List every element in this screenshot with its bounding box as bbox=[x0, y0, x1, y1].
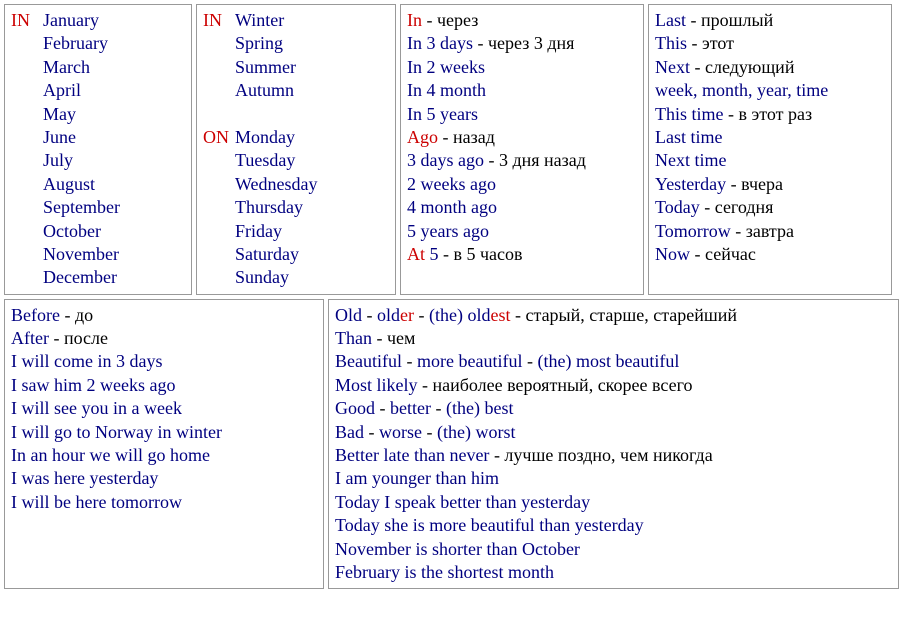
before-after-line: Before - до bbox=[11, 304, 317, 327]
time-words-box: Last - прошлыйThis - этотNext - следующи… bbox=[648, 4, 892, 295]
time-word-line: Yesterday - вчера bbox=[655, 173, 885, 196]
comparative-line: Better late than never - лучше поздно, ч… bbox=[335, 444, 892, 467]
prep-label bbox=[203, 220, 235, 243]
comparative-line: I am younger than him bbox=[335, 467, 892, 490]
in-ago-line: In - через bbox=[407, 9, 637, 32]
comparative-line: Today she is more beautiful than yesterd… bbox=[335, 514, 892, 537]
list-item: Monday bbox=[235, 126, 389, 149]
months-list: JanuaryFebruaryMarchAprilMayJuneJulyAugu… bbox=[43, 9, 185, 290]
in-ago-line: In 2 weeks bbox=[407, 56, 637, 79]
month-item: March bbox=[43, 56, 185, 79]
in-ago-line: 2 weeks ago bbox=[407, 173, 637, 196]
in-ago-line: 5 years ago bbox=[407, 220, 637, 243]
comparative-line: Most likely - наиболее вероятный, скорее… bbox=[335, 374, 892, 397]
seasons-days-list: WinterSpringSummerAutumn MondayTuesdayWed… bbox=[235, 9, 389, 290]
in-ago-box: In - черезIn 3 days - через 3 дняIn 2 we… bbox=[400, 4, 644, 295]
list-item: Winter bbox=[235, 9, 389, 32]
month-item: April bbox=[43, 79, 185, 102]
prep-label bbox=[203, 79, 235, 102]
before-after-line: I will come in 3 days bbox=[11, 350, 317, 373]
time-word-line: Next - следующий bbox=[655, 56, 885, 79]
time-word-line: This - этот bbox=[655, 32, 885, 55]
in-ago-line: In 5 years bbox=[407, 103, 637, 126]
top-row: IN JanuaryFebruaryMarchAprilMayJuneJulyA… bbox=[4, 4, 899, 295]
comparative-line: February is the shortest month bbox=[335, 561, 892, 584]
month-item: August bbox=[43, 173, 185, 196]
before-after-line: I will see you in a week bbox=[11, 397, 317, 420]
month-item: June bbox=[43, 126, 185, 149]
before-after-line: I saw him 2 weeks ago bbox=[11, 374, 317, 397]
list-item: Tuesday bbox=[235, 149, 389, 172]
list-item: Summer bbox=[235, 56, 389, 79]
seasons-days-box: IN ON WinterSpringSummerAutumn MondayTues… bbox=[196, 4, 396, 295]
prep-label bbox=[203, 56, 235, 79]
comparative-line: Good - better - (the) best bbox=[335, 397, 892, 420]
list-item: Spring bbox=[235, 32, 389, 55]
prep-label bbox=[203, 266, 235, 289]
list-item: Autumn bbox=[235, 79, 389, 102]
comparative-line: November is shorter than October bbox=[335, 538, 892, 561]
in-ago-line: In 4 month bbox=[407, 79, 637, 102]
month-item: October bbox=[43, 220, 185, 243]
comparative-line: Beautiful - more beautiful - (the) most … bbox=[335, 350, 892, 373]
month-item: November bbox=[43, 243, 185, 266]
time-word-line: Last time bbox=[655, 126, 885, 149]
time-word-line: Next time bbox=[655, 149, 885, 172]
month-item: December bbox=[43, 266, 185, 289]
list-item: Saturday bbox=[235, 243, 389, 266]
in-ago-line: Ago - назад bbox=[407, 126, 637, 149]
month-item: September bbox=[43, 196, 185, 219]
prep-label bbox=[203, 196, 235, 219]
in-ago-line: 4 month ago bbox=[407, 196, 637, 219]
before-after-line: After - после bbox=[11, 327, 317, 350]
time-word-line: This time - в этот раз bbox=[655, 103, 885, 126]
month-item: July bbox=[43, 149, 185, 172]
comparative-line: Old - older - (the) oldest - старый, ста… bbox=[335, 304, 892, 327]
time-word-line: Last - прошлый bbox=[655, 9, 885, 32]
prep-label bbox=[203, 149, 235, 172]
prep-label: IN bbox=[203, 9, 235, 32]
in-ago-line: 3 days ago - 3 дня назад bbox=[407, 149, 637, 172]
month-item: February bbox=[43, 32, 185, 55]
time-word-line: Tomorrow - завтра bbox=[655, 220, 885, 243]
time-word-line: Today - сегодня bbox=[655, 196, 885, 219]
in-ago-line: In 3 days - через 3 дня bbox=[407, 32, 637, 55]
comparative-line: Than - чем bbox=[335, 327, 892, 350]
list-item: Thursday bbox=[235, 196, 389, 219]
comparative-line: Bad - worse - (the) worst bbox=[335, 421, 892, 444]
prep-in: IN bbox=[11, 9, 43, 32]
prep-column: IN ON bbox=[203, 9, 235, 290]
comparatives-box: Old - older - (the) oldest - старый, ста… bbox=[328, 299, 899, 590]
before-after-line: I will be here tomorrow bbox=[11, 491, 317, 514]
before-after-line: I will go to Norway in winter bbox=[11, 421, 317, 444]
months-box: IN JanuaryFebruaryMarchAprilMayJuneJulyA… bbox=[4, 4, 192, 295]
in-ago-line: At 5 - в 5 часов bbox=[407, 243, 637, 266]
prep-label bbox=[203, 32, 235, 55]
prep-label: ON bbox=[203, 126, 235, 149]
month-item: May bbox=[43, 103, 185, 126]
list-item: Wednesday bbox=[235, 173, 389, 196]
before-after-box: Before - доAfter - послеI will come in 3… bbox=[4, 299, 324, 590]
comparative-line: Today I speak better than yesterday bbox=[335, 491, 892, 514]
month-item: January bbox=[43, 9, 185, 32]
prep-label bbox=[203, 173, 235, 196]
bottom-row: Before - доAfter - послеI will come in 3… bbox=[4, 299, 899, 590]
list-item: Friday bbox=[235, 220, 389, 243]
list-item: Sunday bbox=[235, 266, 389, 289]
time-word-line: week, month, year, time bbox=[655, 79, 885, 102]
before-after-line: I was here yesterday bbox=[11, 467, 317, 490]
prep-label bbox=[203, 243, 235, 266]
before-after-line: In an hour we will go home bbox=[11, 444, 317, 467]
time-word-line: Now - сейчас bbox=[655, 243, 885, 266]
